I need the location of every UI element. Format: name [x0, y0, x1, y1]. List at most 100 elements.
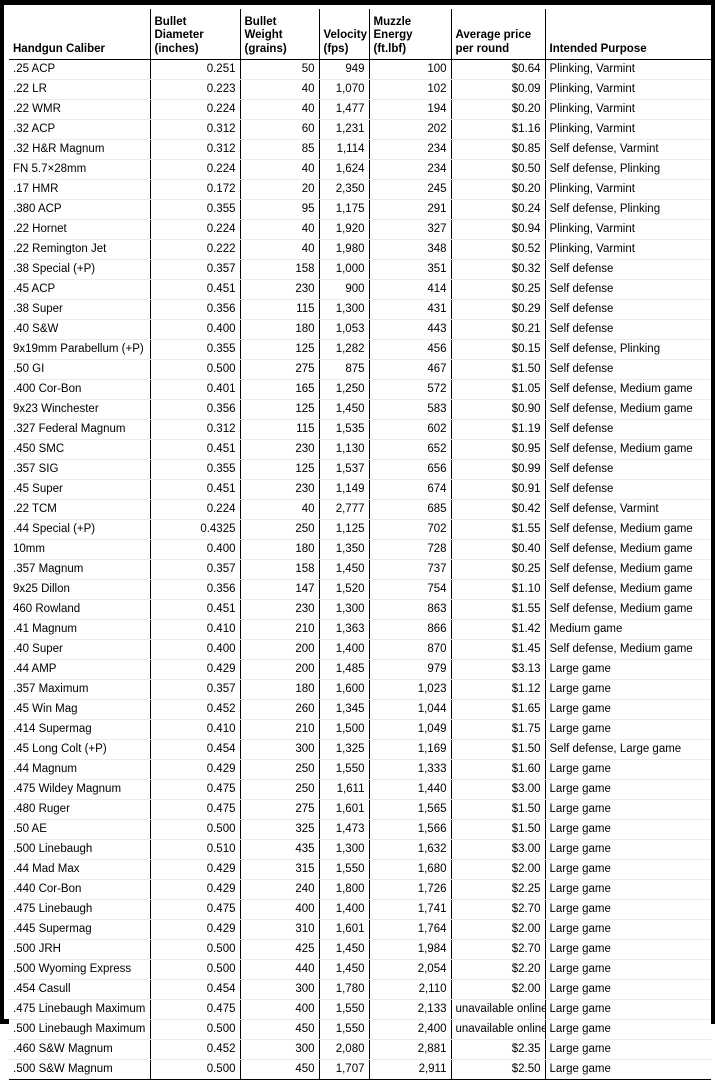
cell-velocity[interactable]: 1,450 [319, 399, 370, 420]
cell-energy[interactable]: 2,054 [369, 959, 452, 980]
cell-velocity[interactable]: 1,473 [319, 819, 370, 840]
cell-caliber[interactable]: .40 S&W [9, 319, 151, 340]
cell-caliber[interactable]: .500 S&W Magnum [9, 1059, 151, 1080]
cell-caliber[interactable]: .414 Supermag [9, 719, 151, 740]
cell-diameter[interactable]: 0.500 [150, 1059, 241, 1080]
cell-caliber[interactable]: .44 Special (+P) [9, 519, 151, 540]
cell-energy[interactable]: 674 [369, 479, 452, 500]
cell-velocity[interactable]: 2,350 [319, 179, 370, 200]
cell-weight[interactable]: 315 [240, 859, 320, 880]
cell-velocity[interactable]: 1,477 [319, 99, 370, 120]
cell-energy[interactable]: 863 [369, 599, 452, 620]
cell-weight[interactable]: 115 [240, 299, 320, 320]
cell-caliber[interactable]: .40 Super [9, 639, 151, 660]
cell-energy[interactable]: 1,726 [369, 879, 452, 900]
cell-energy[interactable]: 234 [369, 159, 452, 180]
cell-purpose[interactable]: Self defense, Medium game [545, 599, 711, 620]
cell-weight[interactable]: 180 [240, 319, 320, 340]
cell-diameter[interactable]: 0.355 [150, 459, 241, 480]
cell-diameter[interactable]: 0.475 [150, 899, 241, 920]
cell-energy[interactable]: 100 [369, 59, 452, 80]
cell-weight[interactable]: 400 [240, 999, 320, 1020]
cell-purpose[interactable]: Self defense, Medium game [545, 439, 711, 460]
cell-price[interactable]: $0.95 [451, 439, 546, 460]
cell-weight[interactable]: 210 [240, 619, 320, 640]
cell-price[interactable]: $2.00 [451, 919, 546, 940]
cell-energy[interactable]: 1,333 [369, 759, 452, 780]
cell-purpose[interactable]: Self defense [545, 319, 711, 340]
cell-velocity[interactable]: 1,450 [319, 559, 370, 580]
cell-energy[interactable]: 652 [369, 439, 452, 460]
cell-purpose[interactable]: Self defense, Medium game [545, 519, 711, 540]
cell-purpose[interactable]: Self defense, Varmint [545, 499, 711, 520]
cell-purpose[interactable]: Large game [545, 779, 711, 800]
cell-velocity[interactable]: 1,400 [319, 639, 370, 660]
cell-energy[interactable]: 414 [369, 279, 452, 300]
cell-purpose[interactable]: Self defense [545, 419, 711, 440]
cell-purpose[interactable]: Self defense, Varmint [545, 139, 711, 160]
cell-price[interactable]: $1.12 [451, 679, 546, 700]
cell-velocity[interactable]: 1,231 [319, 119, 370, 140]
cell-caliber[interactable]: .357 Magnum [9, 559, 151, 580]
table-row[interactable]: .357 Maximum 0.357 180 1,600 1,023 $1.12 Large… [9, 679, 711, 700]
cell-purpose[interactable]: Self defense, Medium game [545, 539, 711, 560]
cell-velocity[interactable]: 1,300 [319, 839, 370, 860]
cell-price[interactable]: $0.42 [451, 499, 546, 520]
cell-diameter[interactable]: 0.312 [150, 139, 241, 160]
table-row[interactable]: .327 Federal Magnum 0.312 115 1,535 602 $1.19… [9, 419, 711, 440]
cell-diameter[interactable]: 0.357 [150, 679, 241, 700]
cell-energy[interactable]: 1,440 [369, 779, 452, 800]
cell-weight[interactable]: 250 [240, 779, 320, 800]
cell-velocity[interactable]: 1,535 [319, 419, 370, 440]
cell-weight[interactable]: 40 [240, 99, 320, 120]
cell-velocity[interactable]: 1,300 [319, 299, 370, 320]
cell-weight[interactable]: 180 [240, 679, 320, 700]
cell-price[interactable]: $0.25 [451, 559, 546, 580]
cell-velocity[interactable]: 1,624 [319, 159, 370, 180]
cell-caliber[interactable]: .500 JRH [9, 939, 151, 960]
cell-diameter[interactable]: 0.400 [150, 639, 241, 660]
cell-diameter[interactable]: 0.454 [150, 979, 241, 1000]
cell-purpose[interactable]: Plinking, Varmint [545, 179, 711, 200]
table-row[interactable]: .480 Ruger 0.475 275 1,601 1,565 $1.50 Large g… [9, 799, 711, 820]
cell-price[interactable]: $1.45 [451, 639, 546, 660]
table-row[interactable]: .38 Special (+P) 0.357 158 1,000 351 $0.32 Sel… [9, 259, 711, 280]
column-header-velocity[interactable]: Velocity (fps) [319, 9, 370, 60]
cell-weight[interactable]: 300 [240, 739, 320, 760]
cell-velocity[interactable]: 1,601 [319, 799, 370, 820]
cell-caliber[interactable]: 460 Rowland [9, 599, 151, 620]
cell-diameter[interactable]: 0.410 [150, 719, 241, 740]
cell-velocity[interactable]: 1,600 [319, 679, 370, 700]
table-row[interactable]: .41 Magnum 0.410 210 1,363 866 $1.42 Medium ga… [9, 619, 711, 640]
table-row[interactable]: .357 SIG 0.355 125 1,537 656 $0.99 Self defens… [9, 459, 711, 480]
cell-energy[interactable]: 327 [369, 219, 452, 240]
cell-weight[interactable]: 240 [240, 879, 320, 900]
cell-weight[interactable]: 325 [240, 819, 320, 840]
cell-caliber[interactable]: .32 ACP [9, 119, 151, 140]
cell-price[interactable]: $2.70 [451, 899, 546, 920]
cell-velocity[interactable]: 1,350 [319, 539, 370, 560]
table-row[interactable]: .50 AE 0.500 325 1,473 1,566 $1.50 Large game [9, 819, 711, 840]
cell-caliber[interactable]: .357 Maximum [9, 679, 151, 700]
cell-energy[interactable]: 202 [369, 119, 452, 140]
cell-energy[interactable]: 2,133 [369, 999, 452, 1020]
cell-price[interactable]: $1.50 [451, 359, 546, 380]
cell-weight[interactable]: 275 [240, 359, 320, 380]
cell-diameter[interactable]: 0.224 [150, 159, 241, 180]
cell-purpose[interactable]: Large game [545, 799, 711, 820]
cell-price[interactable]: $1.60 [451, 759, 546, 780]
cell-purpose[interactable]: Plinking, Varmint [545, 99, 711, 120]
cell-diameter[interactable]: 0.357 [150, 259, 241, 280]
cell-energy[interactable]: 348 [369, 239, 452, 260]
table-row[interactable]: .25 ACP 0.251 50 949 100 $0.64 Plinking, Varmi… [9, 59, 711, 80]
cell-price[interactable]: $2.35 [451, 1039, 546, 1060]
table-row[interactable]: .40 Super 0.400 200 1,400 870 $1.45 Self defen… [9, 639, 711, 660]
table-row[interactable]: .38 Super 0.356 115 1,300 431 $0.29 Self defen… [9, 299, 711, 320]
cell-purpose[interactable]: Large game [545, 819, 711, 840]
cell-weight[interactable]: 200 [240, 639, 320, 660]
cell-energy[interactable]: 2,911 [369, 1059, 452, 1080]
table-row[interactable]: .45 Super 0.451 230 1,149 674 $0.91 Self defen… [9, 479, 711, 500]
cell-price[interactable]: $1.10 [451, 579, 546, 600]
cell-purpose[interactable]: Self defense, Medium game [545, 399, 711, 420]
cell-energy[interactable]: 1,741 [369, 899, 452, 920]
